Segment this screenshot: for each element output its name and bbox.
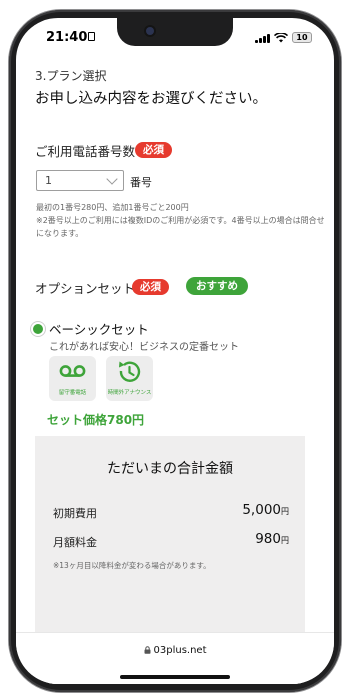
set-price: セット価格780円 <box>47 413 145 427</box>
status-icons: 10 <box>255 32 312 43</box>
plan-description: これがあれば安心！ビジネスの定番セット <box>49 342 239 353</box>
section-label: 3.プラン選択 <box>35 69 107 83</box>
phone-count-select-value: 1 <box>45 174 52 187</box>
after-hours-feature-tile: 時間外アナウンス <box>106 356 153 401</box>
page-content: 21:40 10 3.プラン選択 お申し込み内容をお選びください。 ご利用電話番… <box>16 18 334 684</box>
after-hours-caption: 時間外アナウンス <box>107 390 152 396</box>
phone-count-select[interactable]: 1 <box>36 170 124 191</box>
phone-count-label: ご利用電話番号数 <box>35 144 136 159</box>
initial-fee-label: 初期費用 <box>53 507 97 520</box>
price-change-note: ※13ヶ月目以降料金が変わる場合があります。 <box>53 561 211 570</box>
page-title: お申し込み内容をお選びください。 <box>35 91 267 107</box>
wifi-icon <box>274 32 288 42</box>
chevron-down-icon <box>106 173 118 185</box>
option-set-label: オプションセット <box>35 281 136 296</box>
required-badge: 必須 <box>135 142 172 158</box>
monthly-fee-value: 980円 <box>255 531 289 547</box>
browser-address-bar[interactable]: 03plus.net <box>16 632 334 684</box>
required-badge: 必須 <box>132 279 169 295</box>
cellular-signal-icon <box>255 33 270 43</box>
plan-name[interactable]: ベーシックセット <box>49 319 149 338</box>
notch <box>117 18 233 46</box>
clock-announcement-icon <box>119 361 141 382</box>
camera-icon <box>146 27 154 35</box>
home-indicator[interactable] <box>120 675 230 679</box>
basic-set-radio[interactable] <box>33 324 43 334</box>
lock-icon <box>144 646 150 654</box>
orientation-lock-icon <box>88 32 95 41</box>
total-title: ただいまの合計金額 <box>107 461 233 477</box>
pricing-note: 最初の1番号280円、追加1番号ごと200円 <box>36 203 189 212</box>
voicemail-icon <box>59 365 86 377</box>
voicemail-caption: 留守番電話 <box>58 390 87 396</box>
url-text: 03plus.net <box>16 645 334 656</box>
status-time: 21:40 <box>46 30 88 45</box>
recommended-badge: おすすめ <box>186 277 248 295</box>
multi-id-note-cont: になります。 <box>36 229 84 238</box>
multi-id-note: ※2番号以上のご利用には複数IDのご利用が必須です。4番号以上の場合は問合せ <box>36 216 325 225</box>
initial-fee-value: 5,000円 <box>242 502 289 518</box>
battery-icon: 10 <box>292 32 312 43</box>
monthly-fee-label: 月額料金 <box>53 536 97 549</box>
phone-count-unit: 番号 <box>130 176 152 189</box>
phone-screen: 21:40 10 3.プラン選択 お申し込み内容をお選びください。 ご利用電話番… <box>16 18 334 684</box>
voicemail-feature-tile: 留守番電話 <box>49 356 96 401</box>
